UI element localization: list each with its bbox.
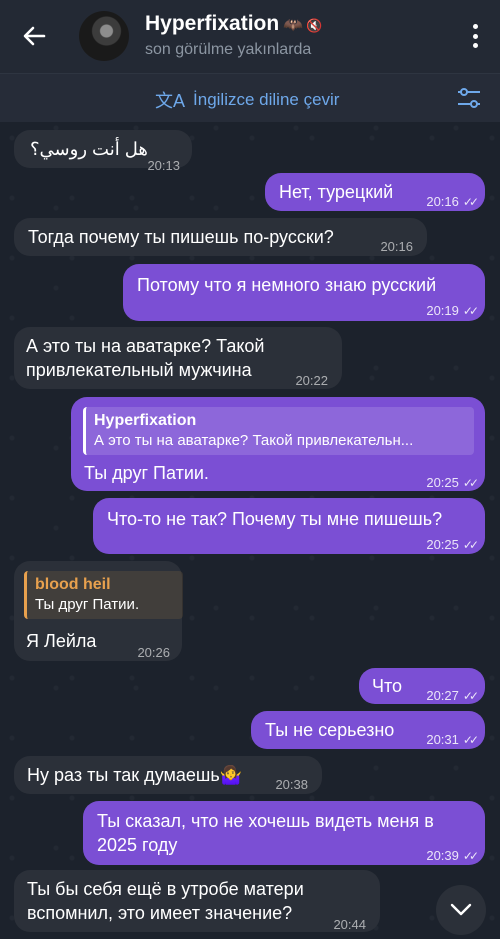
message-text: Ты сказал, что не хочешь видеть меня в 2… — [97, 811, 434, 855]
message-time: 20:26 — [137, 645, 170, 660]
message-time: 20:38 — [275, 777, 308, 792]
read-ticks-icon: ✓✓ — [462, 476, 479, 490]
chevron-down-icon — [450, 903, 472, 916]
message-bubble[interactable]: А это ты на аватарке? Такой привлекатель… — [14, 327, 342, 389]
message-text: Я Лейла — [26, 631, 97, 651]
message-text: Ты бы себя ещё в утробе матери вспомнил,… — [27, 879, 304, 923]
message-time: 20:31 ✓✓ — [426, 732, 479, 747]
contact-name: Hyperfixation — [145, 12, 280, 35]
chat-title[interactable]: Hyperfixation 🦇 🔇 — [145, 12, 322, 36]
message-text: Ты не серьезно — [265, 720, 395, 740]
read-ticks-icon: ✓✓ — [462, 733, 479, 747]
message-text: Ну раз ты так думаешь🤷‍♀️ — [27, 765, 243, 785]
scroll-down-button[interactable] — [436, 885, 486, 935]
message-bubble[interactable]: blood heil Ты друг Патии. Я Лейла 20:26 — [14, 561, 183, 661]
message-bubble[interactable]: هل أنت روسي؟ 20:13 — [14, 130, 192, 173]
reply-text: А это ты на аватарке? Такой привлекатель… — [94, 432, 414, 449]
message-bubble[interactable]: Hyperfixation А это ты на аватарке? Тако… — [71, 397, 485, 491]
message-time: 20:19 ✓✓ — [426, 303, 479, 318]
read-ticks-icon: ✓✓ — [462, 538, 479, 552]
message-bubble[interactable]: Ты бы себя ещё в утробе матери вспомнил,… — [14, 870, 380, 932]
read-ticks-icon: ✓✓ — [462, 304, 479, 318]
message-time: 20:44 — [333, 917, 366, 932]
translate-icon: 文A — [155, 91, 186, 111]
avatar[interactable] — [79, 11, 129, 61]
translate-button[interactable]: 文A İngilizce diline çevir — [155, 87, 339, 113]
message-bubble[interactable]: Потому что я немного знаю русский 20:19 ✓… — [123, 264, 485, 321]
message-time: 20:13 — [147, 158, 180, 173]
message-time: 20:25 ✓✓ — [426, 475, 479, 490]
kebab-menu-icon[interactable] — [472, 24, 478, 48]
message-bubble[interactable]: Нет, турецкий 20:16 ✓✓ — [265, 173, 485, 211]
read-ticks-icon: ✓✓ — [462, 689, 479, 703]
message-bubble[interactable]: Ты не серьезно 20:31 ✓✓ — [251, 711, 485, 749]
translate-bar: 文A İngilizce diline çevir — [0, 73, 500, 122]
read-ticks-icon: ✓✓ — [462, 849, 479, 863]
message-time: 20:39 ✓✓ — [426, 848, 479, 863]
message-time: 20:22 — [295, 373, 328, 388]
message-bubble[interactable]: Ну раз ты так думаешь🤷‍♀️ 20:38 — [14, 756, 322, 794]
reply-preview[interactable]: Hyperfixation А это ты на аватарке? Тако… — [83, 407, 474, 455]
message-text: هل أنت روسي؟ — [30, 139, 148, 159]
message-bubble[interactable]: Что 20:27 ✓✓ — [359, 668, 485, 704]
reply-author: Hyperfixation — [94, 412, 197, 429]
reply-preview[interactable]: blood heil Ты друг Патии. — [24, 571, 183, 619]
reply-text: Ты друг Патии. — [35, 596, 140, 613]
bat-emoji: 🦇 — [283, 17, 304, 34]
message-bubble[interactable]: Что-то не так? Почему ты мне пишешь? 20:… — [93, 498, 485, 554]
reply-author: blood heil — [35, 576, 111, 593]
message-text: А это ты на аватарке? Такой привлекатель… — [26, 336, 265, 380]
settings-sliders-icon[interactable] — [456, 86, 482, 110]
message-list[interactable]: هل أنت روسي؟ 20:13 Нет, турецкий 20:16 ✓✓… — [0, 121, 500, 939]
message-text: Тогда почему ты пишешь по-русски? — [28, 227, 334, 247]
message-text: Ты друг Патии. — [84, 463, 209, 483]
message-time: 20:25 ✓✓ — [426, 537, 479, 552]
message-text: Потому что я немного знаю русский — [137, 275, 437, 295]
chat-header: Hyperfixation 🦇 🔇 son görülme yakınlarda — [0, 0, 500, 73]
translate-label: İngilizce diline çevir — [193, 90, 340, 109]
message-text: Что — [372, 676, 403, 696]
last-seen-status: son görülme yakınlarda — [145, 41, 312, 58]
message-time: 20:27 ✓✓ — [426, 688, 479, 703]
message-time: 20:16 ✓✓ — [426, 194, 479, 209]
mute-icon: 🔇 — [306, 18, 323, 33]
message-bubble[interactable]: Ты сказал, что не хочешь видеть меня в 2… — [83, 801, 485, 865]
message-time: 20:16 — [380, 239, 413, 254]
message-bubble[interactable]: Тогда почему ты пишешь по-русски? 20:16 — [14, 218, 427, 256]
message-text: Что-то не так? Почему ты мне пишешь? — [107, 509, 443, 529]
back-arrow-icon[interactable] — [20, 22, 48, 50]
message-text: Нет, турецкий — [279, 182, 394, 202]
read-ticks-icon: ✓✓ — [462, 195, 479, 209]
